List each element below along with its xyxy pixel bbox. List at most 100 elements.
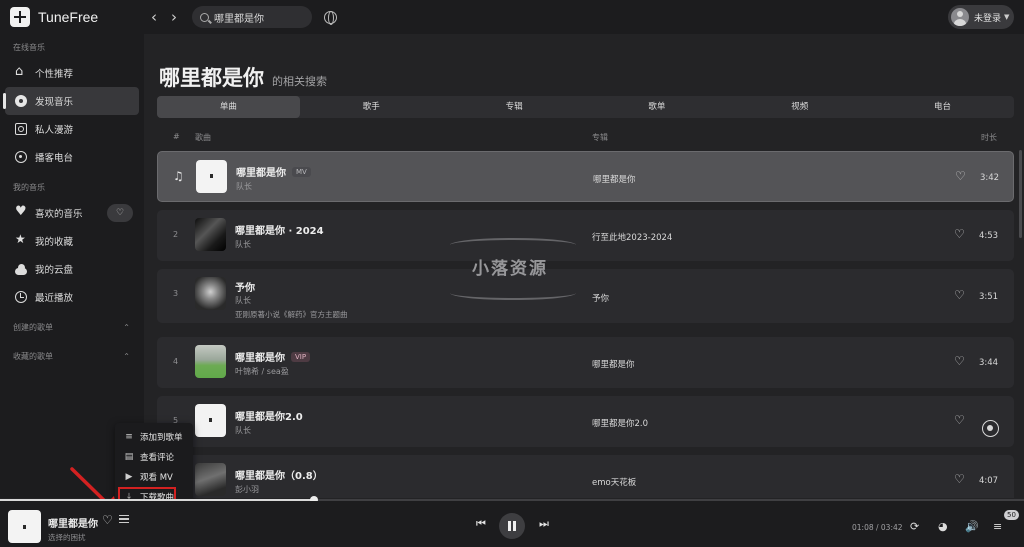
search-icon — [200, 12, 209, 22]
song-duration: 4:53 — [979, 231, 999, 241]
watermark-ornament — [450, 286, 576, 300]
sidebar-item-liked[interactable]: 喜欢的音乐 ♡ — [5, 199, 139, 227]
song-artist[interactable]: 叶锦希 / sea盈 — [235, 366, 289, 377]
song-artist[interactable]: 队长 — [235, 239, 251, 250]
queue-count-badge: 50 — [1004, 510, 1019, 520]
song-row[interactable]: ♫ 哪里都是你 MV 队长 哪里都是你 ♡ 3:42 — [157, 151, 1014, 202]
sidebar-item-label: 播客电台 — [35, 153, 74, 164]
sidebar-item-recent[interactable]: 最近播放 — [5, 283, 139, 311]
like-heart-icon[interactable]: ♡ — [954, 289, 965, 301]
like-heart-icon[interactable]: ♡ — [954, 355, 965, 367]
sidebar-item-label: 我的云盘 — [35, 265, 74, 276]
logo-icon — [10, 7, 30, 27]
volume-icon[interactable]: 🔊 — [965, 521, 979, 532]
tab-songs[interactable]: 单曲 — [157, 96, 300, 118]
previous-track-icon[interactable]: ⏮ — [476, 517, 486, 531]
song-artist[interactable]: 队长 — [236, 181, 252, 192]
tab-videos[interactable]: 视频 — [728, 96, 871, 118]
playing-note-icon: ♫ — [173, 169, 184, 183]
song-row[interactable]: 5 哪里都是你2.0 队长 哪里都是你2.0 ♡ — [157, 396, 1014, 447]
like-heart-icon[interactable]: ♡ — [954, 414, 965, 426]
menu-item-comments[interactable]: ▤ 查看评论 — [115, 447, 193, 467]
like-heart-icon[interactable]: ♡ — [955, 170, 966, 182]
more-menu-icon[interactable] — [119, 515, 129, 523]
back-arrow-icon[interactable]: ‹ — [144, 8, 164, 26]
song-album[interactable]: 予你 — [592, 292, 609, 304]
album-cover — [196, 160, 227, 193]
tab-radio[interactable]: 电台 — [871, 96, 1014, 118]
album-cover — [195, 404, 226, 437]
search-box[interactable] — [192, 6, 312, 28]
row-number: 3 — [173, 289, 179, 298]
song-row[interactable]: 2 哪里都是你 · 2024 队长 行至此地2023-2024 ♡ 4:53 — [157, 210, 1014, 261]
globe-icon[interactable] — [324, 10, 337, 25]
section-title-created: 创建的歌单 — [13, 323, 53, 332]
song-row[interactable]: 哪里都是你（0.8） 彭小羽 emo天花板 ♡ 4:07 — [157, 455, 1014, 498]
sidebar-item-collection[interactable]: 我的收藏 — [5, 227, 139, 255]
song-artist[interactable]: 队长 — [235, 425, 251, 436]
chevron-up-icon[interactable]: ⌃ — [123, 317, 130, 339]
menu-item-watch-mv[interactable]: ▶ 观看 MV — [115, 467, 193, 487]
song-artist[interactable]: 彭小羽 — [235, 484, 259, 495]
album-cover — [195, 463, 226, 496]
watermark: 小落资源 — [450, 234, 576, 304]
pause-button[interactable] — [499, 513, 525, 539]
disc-icon — [15, 95, 27, 107]
sidebar-item-label: 发现音乐 — [35, 97, 74, 108]
song-album[interactable]: 行至此地2023-2024 — [592, 231, 672, 243]
playback-speed-icon[interactable]: ◕ — [938, 521, 948, 532]
mv-badge[interactable]: MV — [292, 166, 311, 177]
song-artist[interactable]: 队长 — [235, 295, 251, 306]
chevron-up-icon[interactable]: ⌃ — [123, 346, 130, 368]
sidebar-item-label: 最近播放 — [35, 293, 74, 304]
playlist-queue-icon[interactable]: ≡ — [993, 521, 1002, 532]
collected-playlists-header[interactable]: 收藏的歌单 ⌃ — [0, 346, 144, 368]
now-playing-cover[interactable] — [8, 510, 41, 543]
tab-albums[interactable]: 专辑 — [443, 96, 586, 118]
heartbeat-mode-button[interactable]: ♡ — [107, 204, 133, 222]
sidebar-item-podcast[interactable]: 播客电台 — [5, 143, 139, 171]
now-playing-title[interactable]: 哪里都是你 — [48, 515, 98, 530]
login-button[interactable]: 未登录 ▼ — [948, 5, 1014, 29]
scrollbar[interactable] — [1019, 150, 1022, 238]
like-heart-icon[interactable]: ♡ — [954, 228, 965, 240]
section-title-mine: 我的音乐 — [13, 183, 45, 192]
locate-current-song-icon[interactable] — [982, 420, 999, 437]
sidebar-item-label: 私人漫游 — [35, 125, 74, 136]
tab-artists[interactable]: 歌手 — [300, 96, 443, 118]
app-logo[interactable]: TuneFree — [10, 7, 144, 27]
add-to-playlist-icon: ≡ — [125, 432, 133, 442]
repeat-mode-icon[interactable]: ⟳ — [910, 521, 919, 532]
song-row[interactable]: 3 予你 队长 亚刚原著小说《解药》官方主题曲 予你 ♡ 3:51 — [157, 269, 1014, 323]
song-album[interactable]: 哪里都是你 — [593, 173, 636, 185]
menu-item-label: 添加到歌单 — [140, 433, 183, 443]
like-heart-icon[interactable]: ♡ — [102, 513, 113, 527]
search-input[interactable] — [214, 11, 309, 23]
next-track-icon[interactable]: ⏭ — [539, 517, 549, 531]
home-icon — [15, 64, 27, 79]
avatar — [951, 8, 969, 26]
sidebar-item-roaming[interactable]: 私人漫游 — [5, 115, 139, 143]
sidebar-item-cloud[interactable]: 我的云盘 — [5, 255, 139, 283]
song-title-text: 哪里都是你 — [236, 168, 286, 179]
song-row[interactable]: 4 哪里都是你 VIP 叶锦希 / sea盈 哪里都是你 ♡ 3:44 — [157, 337, 1014, 388]
song-duration: 4:07 — [979, 476, 999, 486]
tab-playlists[interactable]: 歌单 — [585, 96, 728, 118]
row-number: 4 — [173, 357, 179, 366]
sidebar-item-recommend[interactable]: 个性推荐 — [5, 59, 139, 87]
comment-icon: ▤ — [124, 452, 134, 462]
section-title-collected: 收藏的歌单 — [13, 352, 53, 361]
sidebar-item-discover[interactable]: 发现音乐 — [3, 87, 139, 115]
song-album[interactable]: 哪里都是你 — [592, 358, 635, 370]
forward-arrow-icon[interactable]: › — [164, 8, 184, 26]
song-album[interactable]: 哪里都是你2.0 — [592, 417, 648, 429]
like-heart-icon[interactable]: ♡ — [954, 473, 965, 485]
vip-badge: VIP — [291, 351, 311, 362]
song-album[interactable]: emo天花板 — [592, 476, 636, 488]
login-label: 未登录 — [974, 13, 1002, 24]
column-header-song: 歌曲 — [195, 133, 211, 142]
created-playlists-header[interactable]: 创建的歌单 ⌃ — [0, 317, 144, 339]
sidebar-item-label: 喜欢的音乐 — [35, 209, 83, 220]
song-title-text: 哪里都是你 — [235, 353, 285, 364]
menu-item-add-to-playlist[interactable]: ≡ 添加到歌单 — [115, 427, 193, 447]
